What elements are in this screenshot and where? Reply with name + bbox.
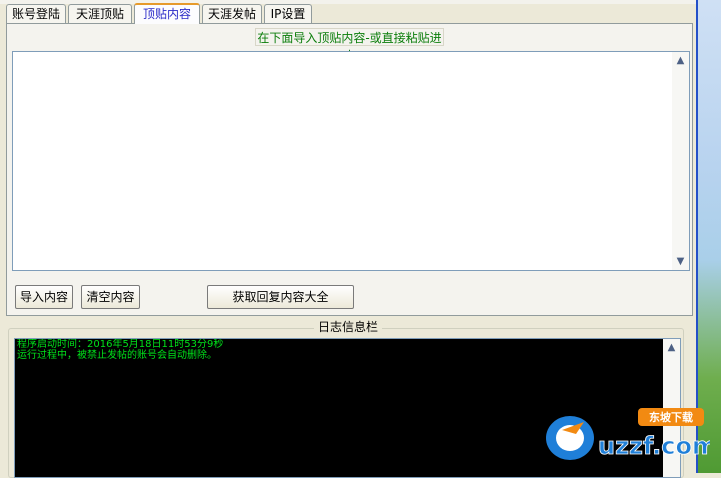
scroll-up-icon[interactable]: ▲ [672, 52, 689, 69]
content-editor[interactable]: ▲ ▼ [12, 51, 690, 271]
log-title: 日志信息栏 [314, 320, 383, 334]
import-hint: 在下面导入顶贴内容-或直接粘贴进来 [255, 28, 444, 63]
editor-scrollbar[interactable]: ▲ ▼ [672, 52, 689, 270]
log-line: 程序启动时间：2016年5月18日11时53分9秒 [17, 339, 224, 350]
scroll-up-icon[interactable]: ▲ [663, 339, 680, 356]
tab-bump-content[interactable]: 顶贴内容 [134, 3, 200, 24]
scroll-down-icon[interactable]: ▼ [672, 253, 689, 270]
uzzf-logo-icon: 东坡下载 uzzf.com [546, 408, 717, 460]
import-content-button[interactable]: 导入内容 [15, 285, 73, 309]
uzzf-logo: 东坡下载 uzzf.com [540, 404, 717, 466]
log-line: 运行过程中，被禁止发帖的账号会自动删除。 [17, 350, 217, 361]
fetch-replies-button[interactable]: 获取回复内容大全 [207, 285, 354, 309]
tab-account-login[interactable]: 账号登陆 [6, 4, 66, 23]
clear-content-button[interactable]: 清空内容 [81, 285, 140, 309]
watermark-badge: 东坡下载 [649, 410, 693, 424]
watermark-brand: uzzf.com [598, 432, 710, 460]
tab-ip-settings[interactable]: IP设置 [264, 4, 312, 23]
tab-tianya-post[interactable]: 天涯发帖 [202, 4, 262, 23]
desktop-background [698, 0, 721, 473]
tab-tianya-bump[interactable]: 天涯顶贴 [68, 4, 132, 23]
